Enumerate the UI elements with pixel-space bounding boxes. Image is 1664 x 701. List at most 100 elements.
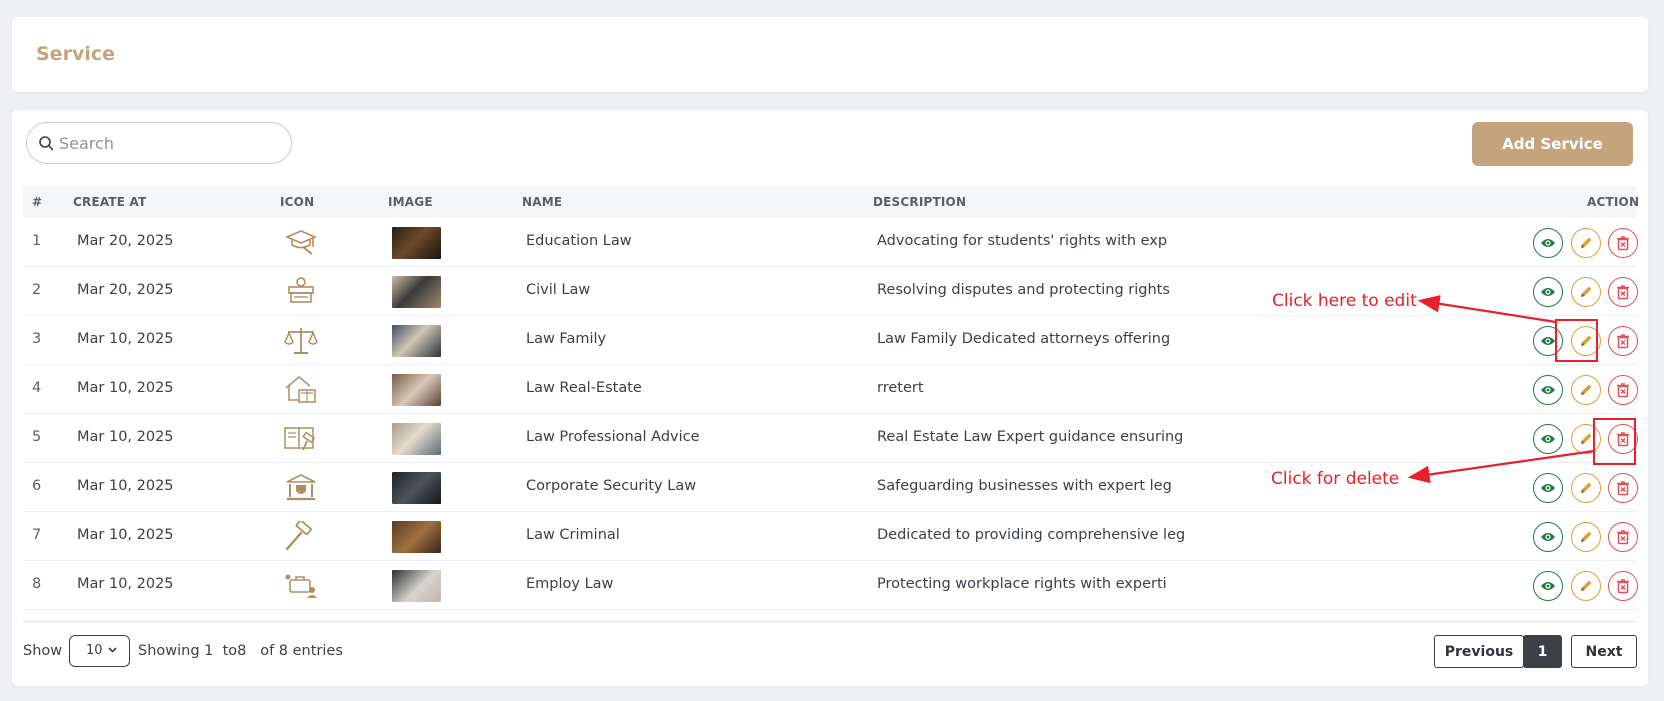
row-created-at: Mar 10, 2025	[77, 429, 174, 445]
trash-icon	[1617, 530, 1629, 545]
trash-icon	[1617, 383, 1629, 398]
add-service-button[interactable]: Add Service	[1472, 122, 1633, 166]
edit-button[interactable]	[1571, 228, 1601, 258]
column-header-create-at: CREATE AT	[73, 195, 147, 209]
row-index: 2	[32, 282, 42, 298]
row-description: Protecting workplace rights with experti	[877, 576, 1167, 592]
search-input[interactable]	[59, 131, 279, 155]
eye-icon	[1541, 533, 1555, 541]
row-name: Law Criminal	[526, 527, 620, 543]
service-image	[392, 374, 441, 406]
row-created-at: Mar 10, 2025	[77, 576, 174, 592]
edit-button[interactable]	[1571, 277, 1601, 307]
edit-button[interactable]	[1571, 375, 1601, 405]
delete-button[interactable]	[1608, 571, 1638, 601]
law-book-icon	[284, 427, 316, 451]
edit-button[interactable]	[1571, 522, 1601, 552]
table-row: 3 Mar 10, 2025 Law Family Law Family Dedica…	[23, 316, 1638, 365]
courtroom-judge-icon	[288, 277, 314, 303]
briefcase-people-icon	[285, 574, 317, 598]
row-index: 5	[32, 429, 42, 445]
table-row: 7 Mar 10, 2025 Law Criminal Dedicated to pr…	[23, 512, 1638, 561]
column-header-description: DESCRIPTION	[873, 195, 967, 209]
delete-button[interactable]	[1608, 522, 1638, 552]
delete-button[interactable]	[1608, 473, 1638, 503]
entries-info: Showing 1 to8 of 8 entries	[138, 643, 343, 659]
delete-button[interactable]	[1608, 277, 1638, 307]
row-index: 3	[32, 331, 42, 347]
row-created-at: Mar 10, 2025	[77, 331, 174, 347]
scales-of-justice-icon	[284, 328, 318, 354]
eye-icon	[1541, 239, 1555, 247]
service-image	[392, 325, 441, 357]
row-description: Real Estate Law Expert guidance ensuring	[877, 429, 1184, 445]
view-button[interactable]	[1533, 277, 1563, 307]
view-button[interactable]	[1533, 326, 1563, 356]
row-name: Corporate Security Law	[526, 478, 697, 494]
next-page-button[interactable]: Next	[1571, 635, 1637, 668]
row-index: 8	[32, 576, 42, 592]
trash-icon	[1617, 285, 1629, 300]
search-icon	[39, 136, 54, 151]
row-index: 6	[32, 478, 42, 494]
column-header-index: #	[32, 195, 43, 209]
column-header-image: IMAGE	[388, 195, 433, 209]
trash-icon	[1617, 236, 1629, 251]
table-divider	[23, 621, 1637, 622]
table-row: 6 Mar 10, 2025 Corporate Security Law Safeg…	[23, 463, 1638, 512]
page-size-select[interactable]: 10	[69, 635, 130, 667]
delete-button[interactable]	[1608, 228, 1638, 258]
row-name: Law Family	[526, 331, 607, 347]
page-1-button[interactable]: 1	[1523, 635, 1562, 668]
row-name: Education Law	[526, 233, 632, 249]
edit-button[interactable]	[1571, 571, 1601, 601]
pencil-icon	[1581, 531, 1592, 542]
eye-icon	[1541, 484, 1555, 492]
table-row: 1 Mar 20, 2025 Education Law Advocating for…	[23, 218, 1638, 267]
delete-button[interactable]	[1608, 375, 1638, 405]
gavel-icon	[285, 521, 312, 551]
house-law-icon	[285, 376, 316, 403]
row-index: 4	[32, 380, 42, 396]
delete-button[interactable]	[1608, 326, 1638, 356]
view-button[interactable]	[1533, 473, 1563, 503]
pencil-icon	[1581, 384, 1592, 395]
view-button[interactable]	[1533, 228, 1563, 258]
row-created-at: Mar 10, 2025	[77, 527, 174, 543]
trash-icon	[1617, 432, 1629, 447]
previous-page-button[interactable]: Previous	[1434, 635, 1524, 668]
view-button[interactable]	[1533, 522, 1563, 552]
column-header-icon: ICON	[280, 195, 315, 209]
row-index: 7	[32, 527, 42, 543]
trash-icon	[1617, 481, 1629, 496]
row-name: Law Professional Advice	[526, 429, 700, 445]
service-image	[392, 276, 441, 308]
table-row: 2 Mar 20, 2025 Civil Law Resolving disputes…	[23, 267, 1638, 316]
show-label: Show	[23, 643, 63, 659]
edit-button[interactable]	[1571, 326, 1601, 356]
trash-icon	[1617, 334, 1629, 349]
view-button[interactable]	[1533, 571, 1563, 601]
row-description: Resolving disputes and protecting rights	[877, 282, 1170, 298]
table-row: 5 Mar 10, 2025 Law Professional Advice Real…	[23, 414, 1638, 463]
eye-icon	[1541, 582, 1555, 590]
edit-button[interactable]	[1571, 473, 1601, 503]
eye-icon	[1541, 337, 1555, 345]
column-header-action: ACTION	[1587, 195, 1640, 209]
search-box[interactable]	[26, 122, 292, 164]
eye-icon	[1541, 288, 1555, 296]
row-description: Safeguarding businesses with expert leg	[877, 478, 1172, 494]
row-name: Employ Law	[526, 576, 614, 592]
eye-icon	[1541, 435, 1555, 443]
row-name: Law Real-Estate	[526, 380, 642, 396]
service-image	[392, 423, 441, 455]
view-button[interactable]	[1533, 375, 1563, 405]
delete-button[interactable]	[1608, 424, 1638, 454]
view-button[interactable]	[1533, 424, 1563, 454]
edit-button[interactable]	[1571, 424, 1601, 454]
service-image	[392, 570, 441, 602]
table-row: 8 Mar 10, 2025 Employ Law Protecting workpl…	[23, 561, 1638, 610]
pencil-icon	[1581, 482, 1592, 493]
row-created-at: Mar 10, 2025	[77, 380, 174, 396]
row-name: Civil Law	[526, 282, 591, 298]
